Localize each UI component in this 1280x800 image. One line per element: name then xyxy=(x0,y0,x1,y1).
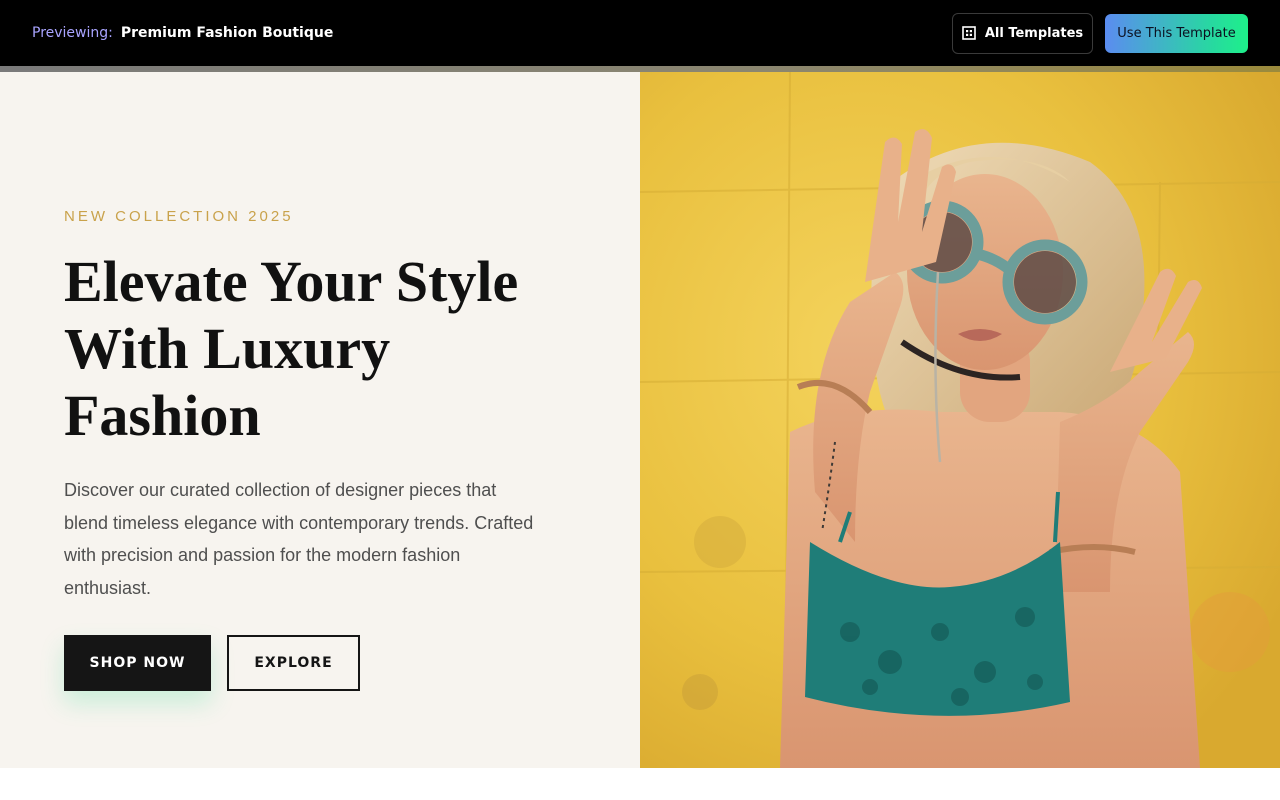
grid-icon xyxy=(962,26,976,40)
use-template-button[interactable]: Use This Template xyxy=(1105,13,1248,53)
hero-content: NEW COLLECTION 2025 Elevate Your Style W… xyxy=(0,72,640,768)
hero-description: Discover our curated collection of desig… xyxy=(64,480,534,598)
previewing-label: Previewing: xyxy=(32,25,113,41)
template-name: Premium Fashion Boutique xyxy=(120,25,334,41)
all-templates-label: All Templates xyxy=(984,25,1084,41)
all-templates-button[interactable]: All Templates xyxy=(952,12,1093,54)
preview-bar: Previewing: Premium Fashion Boutique All… xyxy=(0,0,1280,66)
hero-image xyxy=(640,72,1280,768)
hero-eyebrow: NEW COLLECTION 2025 xyxy=(64,208,294,225)
shop-now-button[interactable]: SHOP NOW xyxy=(64,635,211,691)
hero-headline: Elevate Your Style With Luxury Fashion xyxy=(64,249,519,448)
preview-bar-actions: All Templates Use This Template xyxy=(952,12,1248,54)
hero-photo-illustration xyxy=(640,72,1280,768)
explore-button[interactable]: EXPLORE xyxy=(227,635,360,691)
